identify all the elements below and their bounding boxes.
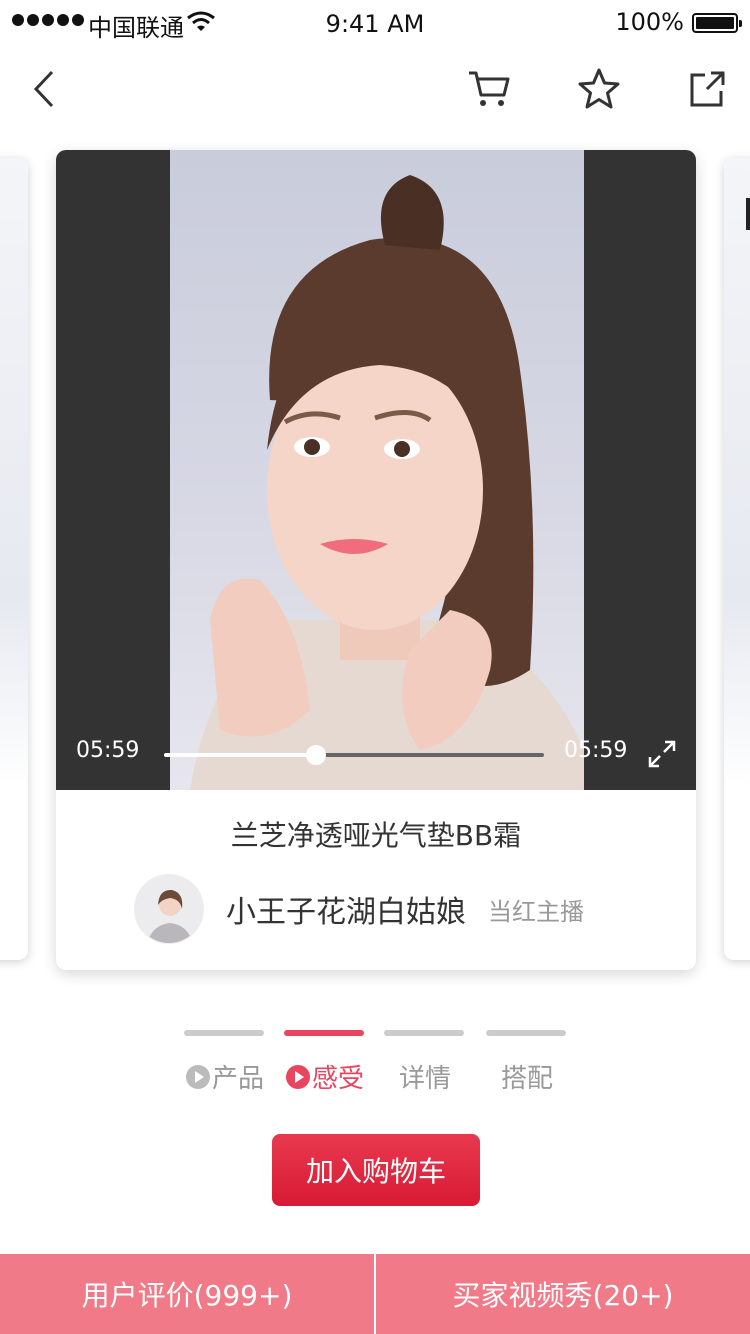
top-nav — [0, 46, 750, 130]
tab-label: 详情 — [384, 1058, 466, 1095]
favorite-button[interactable] — [572, 62, 626, 116]
play-icon — [185, 1064, 210, 1089]
star-icon — [578, 68, 620, 109]
video-card[interactable]: 05:59 05:59 兰芝净透哑光气垫BB霜 小王子花湖白姑娘 当红主播 — [56, 150, 696, 970]
author-info[interactable]: 小王子花湖白姑娘 当红主播 — [134, 872, 584, 946]
cart-button[interactable] — [462, 62, 516, 116]
tab-text: 详情 — [398, 1064, 451, 1094]
reviews-button[interactable]: 用户评价(999+) — [0, 1254, 374, 1334]
tab-label: 产品 — [184, 1058, 266, 1095]
author-role: 当红主播 — [488, 897, 584, 926]
progress-fill — [164, 753, 316, 757]
tab-text: 产品 — [211, 1064, 264, 1094]
current-time: 05:59 — [76, 738, 140, 763]
section-tabs: 产品 感受 详情 搭配 — [0, 1028, 750, 1098]
share-button[interactable] — [680, 62, 734, 116]
status-bar: 中国联通 9:41 AM 100% — [0, 0, 750, 46]
tab-text: 搭配 — [500, 1064, 553, 1094]
add-to-cart-button[interactable]: 加入购物车 — [272, 1134, 480, 1206]
tab-matching[interactable]: 搭配 — [486, 1028, 568, 1098]
next-card-image — [724, 158, 750, 786]
product-title: 兰芝净透哑光气垫BB霜 — [230, 819, 522, 852]
tab-indicator — [184, 1030, 264, 1036]
bottom-action-bar: 用户评价(999+) 买家视频秀(20+) — [0, 1254, 750, 1334]
video-frame-portrait — [170, 150, 584, 790]
cart-icon — [469, 71, 510, 106]
portrait-illustration — [190, 175, 584, 790]
next-card[interactable] — [724, 158, 750, 960]
back-button[interactable] — [18, 62, 72, 116]
video-controls: 05:59 05:59 — [56, 720, 696, 790]
progress-bar[interactable] — [164, 745, 544, 765]
battery-icon — [692, 13, 742, 33]
video-player[interactable]: 05:59 05:59 — [56, 150, 696, 790]
total-time: 05:59 — [564, 738, 628, 763]
play-icon — [285, 1064, 310, 1089]
progress-knob[interactable] — [306, 745, 326, 765]
tab-product[interactable]: 产品 — [184, 1028, 266, 1098]
next-card-mark — [746, 198, 750, 230]
author-name: 小王子花湖白姑娘 — [226, 895, 466, 930]
tab-label: 搭配 — [486, 1058, 568, 1095]
fullscreen-icon[interactable] — [646, 738, 678, 770]
tab-details[interactable]: 详情 — [384, 1028, 466, 1098]
previous-card-image — [0, 158, 28, 786]
share-icon — [690, 71, 725, 107]
buyer-videos-button[interactable]: 买家视频秀(20+) — [376, 1254, 750, 1334]
battery-percent: 100% — [615, 8, 684, 36]
tab-text: 感受 — [311, 1064, 364, 1094]
tab-label: 感受 — [284, 1058, 366, 1095]
tab-indicator — [384, 1030, 464, 1036]
tab-indicator — [486, 1030, 566, 1036]
avatar[interactable] — [134, 874, 204, 944]
avatar-image — [135, 875, 203, 943]
tab-feeling[interactable]: 感受 — [284, 1028, 366, 1098]
previous-card[interactable] — [0, 158, 28, 960]
tab-indicator — [284, 1030, 364, 1036]
chevron-left-icon — [33, 70, 54, 108]
